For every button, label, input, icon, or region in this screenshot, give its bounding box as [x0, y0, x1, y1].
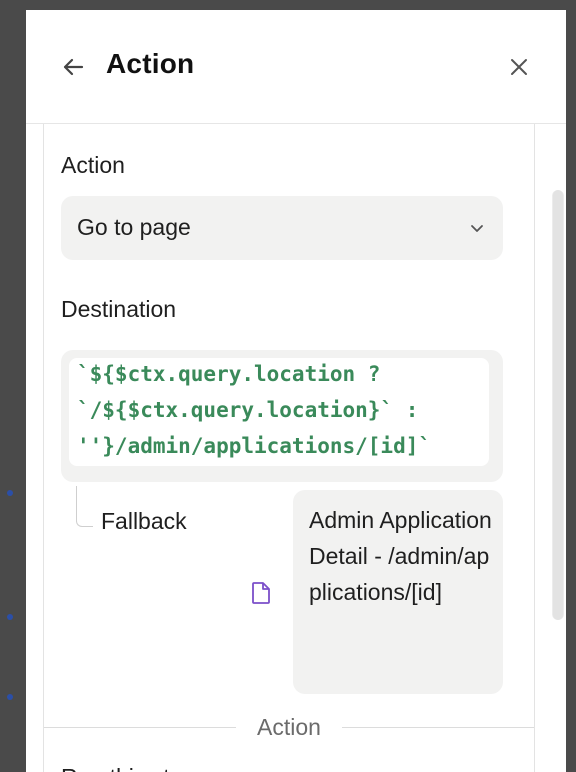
scrollbar-thumb[interactable]: [553, 190, 563, 620]
action-label: Action: [61, 152, 125, 178]
backdrop-dot: [7, 490, 13, 496]
panel-content: Action Go to page Destination `${$ctx.qu…: [43, 124, 535, 772]
destination-label: Destination: [61, 296, 177, 322]
action-select-value: Go to page: [77, 214, 191, 240]
chevron-down-icon: [471, 225, 483, 232]
action-select[interactable]: Go to page: [61, 196, 503, 260]
destination-field[interactable]: `${$ctx.query.location ? `/${$ctx.query.…: [61, 350, 503, 482]
panel-header: Action: [26, 10, 566, 124]
close-icon[interactable]: [506, 54, 532, 80]
destination-code-editor[interactable]: `${$ctx.query.location ? `/${$ctx.query.…: [69, 358, 489, 466]
panel-title: Action: [106, 48, 195, 79]
fallback-value: Admin Application Detail - /admin/applic…: [309, 507, 492, 605]
action-panel: Action Action Go to page Destination `${…: [26, 10, 566, 772]
page-icon: [252, 582, 270, 604]
fallback-value-box[interactable]: Admin Application Detail - /admin/applic…: [293, 490, 503, 694]
code-line: `${$ctx.query.location ?: [77, 362, 381, 386]
code-line: `/${$ctx.query.location}` :: [77, 398, 419, 422]
divider-line: [342, 727, 534, 728]
scrollbar[interactable]: [552, 190, 564, 620]
run-step-label: Run this step: [61, 764, 195, 772]
fallback-label: Fallback: [101, 508, 187, 534]
divider-line: [44, 727, 236, 728]
tree-connector: [76, 486, 93, 527]
backdrop-dot: [7, 694, 13, 700]
code-line: ''}/admin/applications/[id]`: [77, 434, 432, 458]
divider-label: Action: [257, 714, 321, 740]
backdrop-dot: [7, 614, 13, 620]
arrow-left-icon[interactable]: [60, 54, 86, 80]
